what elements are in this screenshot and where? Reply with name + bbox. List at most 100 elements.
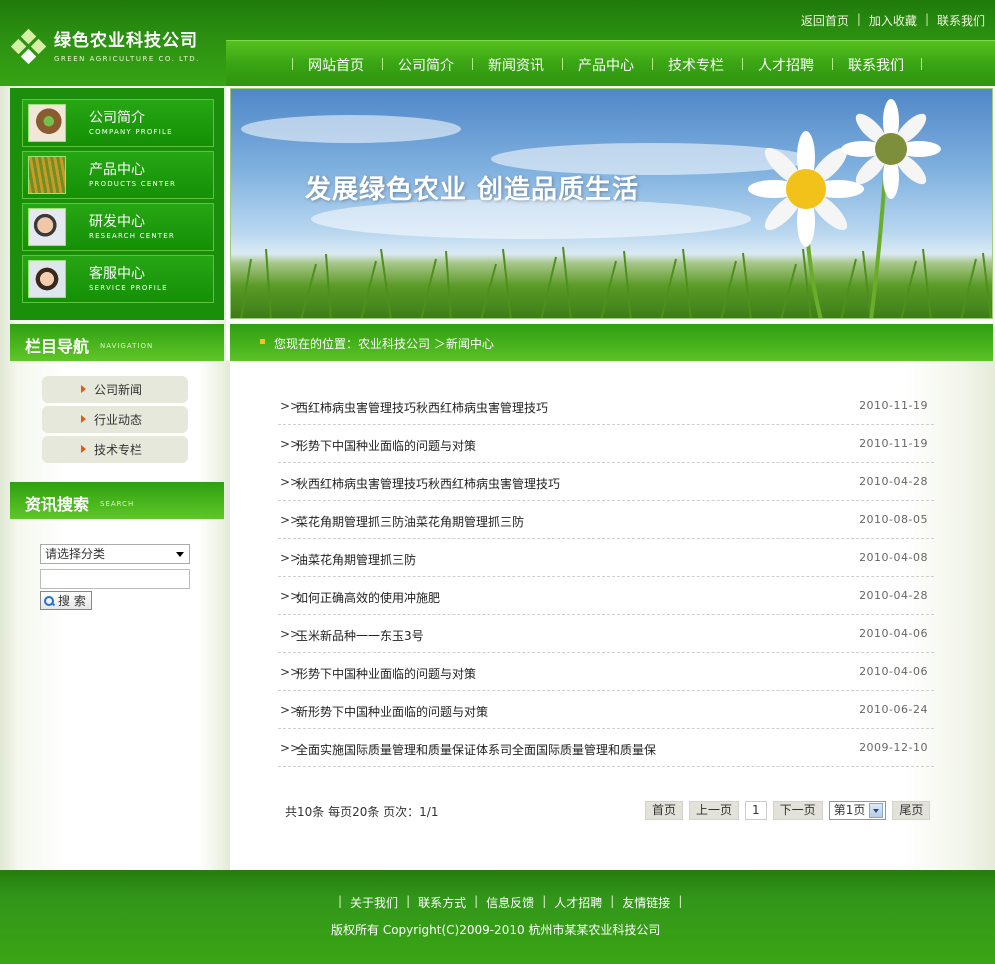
- daisy-flower-icon: [748, 99, 941, 318]
- separator: |: [542, 894, 547, 908]
- quick-link-label-en: COMPANY PROFILE: [89, 128, 173, 136]
- page-select[interactable]: 第1页: [828, 801, 887, 820]
- search-title: 资讯搜索: [25, 495, 90, 514]
- top-link-favorite[interactable]: 加入收藏: [869, 12, 917, 29]
- arrow-right-icon: [81, 415, 86, 423]
- news-item[interactable]: >> 西红柿病虫害管理技巧秋西红柿病虫害管理技巧 2010-11-19: [278, 387, 934, 425]
- quick-link-service[interactable]: 客服中心 SERVICE PROFILE: [22, 255, 214, 303]
- news-title[interactable]: 新形势下中国种业面临的问题与对策: [296, 703, 488, 720]
- nav-news[interactable]: 新闻资讯: [472, 55, 562, 75]
- arrow-right-icon: [81, 445, 86, 453]
- quick-link-label-en: RESEARCH CENTER: [89, 232, 175, 240]
- category-label: 技术专栏: [94, 443, 143, 457]
- news-date: 2010-11-19: [859, 399, 928, 412]
- news-item[interactable]: >> 秋西红柿病虫害管理技巧秋西红柿病虫害管理技巧 2010-04-28: [278, 463, 934, 501]
- search-title-en: SEARCH: [100, 500, 135, 508]
- nav-about[interactable]: 公司简介: [382, 55, 472, 75]
- footer-link[interactable]: 关于我们: [350, 894, 398, 911]
- quick-link-products[interactable]: 产品中心 PRODUCTS CENTER: [22, 151, 214, 199]
- breadcrumb: 您现在的位置：农业科技公司 ＞新闻中心: [230, 324, 993, 361]
- banner: 发展绿色农业 创造品质生活: [230, 88, 993, 319]
- quick-link-label-en: PRODUCTS CENTER: [89, 180, 177, 188]
- main-nav: 网站首页 公司简介 新闻资讯 产品中心 技术专栏 人才招聘 联系我们: [226, 40, 995, 86]
- next-page-button[interactable]: 下一页: [772, 801, 823, 820]
- rice-field-image: [28, 156, 66, 194]
- nav-products[interactable]: 产品中心: [562, 55, 652, 75]
- separator: |: [924, 12, 929, 26]
- quick-link-label: 客服中心: [89, 266, 145, 282]
- separator: |: [678, 894, 683, 908]
- last-page-button[interactable]: 尾页: [892, 801, 931, 820]
- news-item[interactable]: >> 菜花角期管理抓三防油菜花角期管理抓三防 2010-08-05: [278, 501, 934, 539]
- news-date: 2010-04-28: [859, 475, 928, 488]
- nav-home[interactable]: 网站首页: [292, 55, 382, 75]
- search-button[interactable]: 搜 索: [40, 591, 92, 610]
- category-label: 公司新闻: [94, 383, 143, 397]
- quick-link-label-en: SERVICE PROFILE: [89, 284, 168, 292]
- category-nav: 公司新闻 行业动态 技术专栏: [42, 376, 188, 466]
- news-date: 2010-04-06: [859, 665, 928, 678]
- news-title[interactable]: 玉米新品种一一东玉3号: [296, 627, 424, 644]
- separator: |: [856, 12, 861, 26]
- category-industry[interactable]: 行业动态: [42, 406, 188, 433]
- seedling-hands-image: [28, 104, 66, 142]
- quick-link-company[interactable]: 公司简介 COMPANY PROFILE: [22, 99, 214, 147]
- news-item[interactable]: >> 玉米新品种一一东玉3号 2010-04-06: [278, 615, 934, 653]
- nav-tech[interactable]: 技术专栏: [652, 55, 742, 75]
- page-info: 共10条 每页20条 页次：1/1: [285, 805, 439, 819]
- news-date: 2010-08-05: [859, 513, 928, 526]
- breadcrumb-text: 您现在的位置：农业科技公司 ＞新闻中心: [274, 337, 494, 351]
- category-company-news[interactable]: 公司新闻: [42, 376, 188, 403]
- logo[interactable]: 绿色农业科技公司 GREEN AGRICULTURE CO. LTD.: [10, 28, 200, 65]
- separator: |: [338, 894, 343, 908]
- news-title[interactable]: 菜花角期管理抓三防油菜花角期管理抓三防: [296, 513, 524, 530]
- footer-link[interactable]: 友情链接: [622, 894, 670, 911]
- nav-contact[interactable]: 联系我们: [832, 55, 922, 75]
- separator: |: [406, 894, 411, 908]
- quick-link-label: 研发中心: [89, 214, 145, 230]
- news-title[interactable]: 全面实施国际质量管理和质量保证体系司全面国际质量管理和质量保: [296, 741, 656, 758]
- footer-link[interactable]: 信息反馈: [486, 894, 534, 911]
- news-item[interactable]: >> 全面实施国际质量管理和质量保证体系司全面国际质量管理和质量保 2009-12-…: [278, 729, 934, 767]
- news-date: 2010-11-19: [859, 437, 928, 450]
- news-date: 2010-04-06: [859, 627, 928, 640]
- arrow-right-icon: [81, 385, 86, 393]
- search-button-label: 搜 索: [58, 594, 86, 608]
- news-title[interactable]: 形势下中国种业面临的问题与对策: [296, 437, 476, 454]
- news-title[interactable]: 油菜花角期管理抓三防: [296, 551, 416, 568]
- top-link-contact[interactable]: 联系我们: [937, 12, 985, 29]
- quick-links-panel: 公司简介 COMPANY PROFILE 产品中心 PRODUCTS CENTER …: [10, 88, 224, 320]
- nav-jobs[interactable]: 人才招聘: [742, 55, 832, 75]
- search-header: 资讯搜索 SEARCH: [10, 482, 224, 519]
- news-item[interactable]: >> 油菜花角期管理抓三防 2010-04-08: [278, 539, 934, 577]
- news-item[interactable]: >> 形势下中国种业面临的问题与对策 2010-11-19: [278, 425, 934, 463]
- banner-slogan: 发展绿色农业 创造品质生活: [305, 175, 640, 205]
- news-date: 2010-06-24: [859, 703, 928, 716]
- service-agent-image: [28, 260, 66, 298]
- news-title[interactable]: 秋西红柿病虫害管理技巧秋西红柿病虫害管理技巧: [296, 475, 560, 492]
- top-link-home[interactable]: 返回首页: [801, 12, 849, 29]
- prev-page-button[interactable]: 上一页: [689, 801, 740, 820]
- news-date: 2010-04-08: [859, 551, 928, 564]
- news-title[interactable]: 西红柿病虫害管理技巧秋西红柿病虫害管理技巧: [296, 399, 548, 416]
- quick-link-research[interactable]: 研发中心 RESEARCH CENTER: [22, 203, 214, 251]
- pagination: 首页 上一页 1 下一页 第1页 尾页: [645, 801, 936, 820]
- news-item[interactable]: >> 如何正确高效的使用冲施肥 2010-04-28: [278, 577, 934, 615]
- current-page-number[interactable]: 1: [745, 801, 767, 820]
- news-item[interactable]: >> 新形势下中国种业面临的问题与对策 2010-06-24: [278, 691, 934, 729]
- news-date: 2010-04-28: [859, 589, 928, 602]
- category-tech[interactable]: 技术专栏: [42, 436, 188, 463]
- footer: | 关于我们 | 联系方式 | 信息反馈 | 人才招聘 | 友情链接 | 版权所有 Copyrigh…: [0, 870, 995, 964]
- news-title[interactable]: 形势下中国种业面临的问题与对策: [296, 665, 476, 682]
- category-select[interactable]: 请选择分类: [40, 544, 190, 564]
- search-input[interactable]: [40, 569, 190, 589]
- quick-link-label: 公司简介: [89, 110, 145, 126]
- separator: |: [610, 894, 615, 908]
- news-title[interactable]: 如何正确高效的使用冲施肥: [296, 589, 440, 606]
- footer-link[interactable]: 联系方式: [418, 894, 466, 911]
- copyright: 版权所有 Copyright(C)2009-2010 杭州市某某农业科技公司: [331, 923, 661, 937]
- news-item[interactable]: >> 形势下中国种业面临的问题与对策 2010-04-06: [278, 653, 934, 691]
- brand-name: 绿色农业科技公司: [54, 30, 198, 51]
- first-page-button[interactable]: 首页: [645, 801, 684, 820]
- footer-link[interactable]: 人才招聘: [554, 894, 602, 911]
